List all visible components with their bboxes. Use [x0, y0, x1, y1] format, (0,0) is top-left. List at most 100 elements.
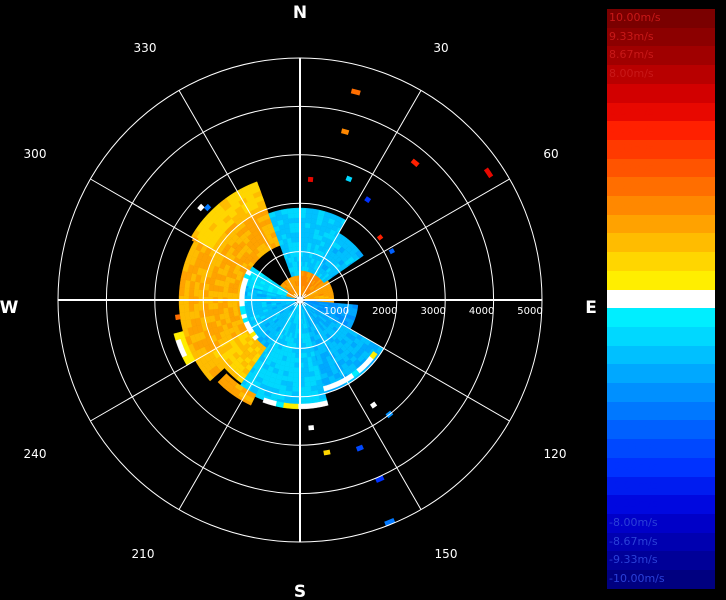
legend-label: 1.33m/s [609, 254, 654, 268]
range-tick-5000: 5000 [517, 306, 542, 317]
legend-label: -6.67m/s [609, 478, 658, 492]
echo-point-3 [483, 167, 494, 179]
echo-gate [303, 371, 310, 378]
echo-point-18 [203, 203, 212, 212]
echo-gate [222, 302, 229, 309]
echo-gate [188, 303, 195, 312]
echo-gate [286, 376, 294, 383]
echo-gate [302, 352, 308, 359]
echo-gate [239, 293, 245, 299]
echo-gate [256, 301, 262, 306]
cardinal-label-n: N [293, 3, 307, 23]
echo-gate [287, 371, 294, 378]
echo-gate [301, 338, 306, 344]
echo-gate [312, 401, 322, 409]
legend-label: 0.67m/s [609, 272, 654, 286]
echo-point-14 [323, 449, 331, 456]
legend-label: -5.33m/s [609, 441, 658, 455]
echo-point-1 [341, 128, 350, 135]
echo-gate [287, 212, 295, 219]
echo-gate [179, 278, 186, 289]
echo-point-17 [197, 203, 205, 212]
echo-gate [289, 227, 296, 234]
range-tick-2000: 2000 [372, 306, 397, 317]
echo-gate [294, 352, 300, 359]
radial-30 [299, 90, 422, 301]
echo-gate [305, 212, 313, 219]
legend-label: 0.00m/s [609, 291, 654, 305]
legend-label: -2.00m/s [609, 347, 658, 361]
azimuth-tick-30: 30 [433, 41, 448, 55]
legend-label: -4.00m/s [609, 403, 658, 417]
echo-gate [311, 208, 320, 216]
echo-gate [303, 367, 310, 373]
echo-point-16 [175, 314, 181, 321]
legend-label: 7.33m/s [609, 85, 654, 99]
echo-gate [212, 302, 219, 310]
echo-gate [239, 305, 246, 311]
legend-label: -6.00m/s [609, 459, 658, 473]
echo-gate [290, 232, 296, 238]
echo-gate [305, 403, 314, 410]
echo-gate [290, 403, 299, 410]
echo-gate [222, 286, 229, 293]
echo-point-4 [345, 175, 353, 183]
echo-gate [291, 241, 297, 248]
legend-label: -9.33m/s [609, 553, 658, 567]
echo-gate [178, 303, 185, 313]
legend-label: 8.67m/s [609, 48, 654, 62]
legend-label: -8.00m/s [609, 515, 658, 529]
echo-gate [193, 288, 200, 297]
echo-point-5 [364, 196, 372, 204]
legend-label: -1.33m/s [609, 328, 658, 342]
echo-gate [304, 381, 311, 388]
echo-gate [178, 287, 185, 297]
range-tick-4000: 4000 [469, 306, 494, 317]
echo-gate [303, 376, 311, 383]
echo-point-6 [376, 234, 384, 241]
echo-gate [293, 367, 300, 373]
legend-label: -7.33m/s [609, 497, 658, 511]
legend-label: 8.00m/s [609, 67, 654, 81]
echo-gate [212, 290, 219, 298]
echo-gate [304, 222, 312, 229]
echo-gate [183, 287, 190, 297]
echo-gate [222, 307, 229, 314]
echo-gate [232, 292, 238, 299]
echo-gate [179, 311, 186, 322]
echo-gate [304, 386, 312, 393]
echo-gate [232, 301, 238, 308]
echo-gate [292, 381, 299, 388]
legend-label: 5.33m/s [609, 141, 654, 155]
echo-gate [261, 301, 267, 305]
legend-label: 4.00m/s [609, 179, 654, 193]
echo-gate [239, 301, 245, 307]
range-tick-3000: 3000 [420, 306, 445, 317]
echo-gate [207, 290, 214, 298]
legend-label: -0.67m/s [609, 310, 658, 324]
echo-gate [306, 356, 313, 363]
echo-gate [207, 302, 214, 310]
legend-label: 9.33m/s [609, 29, 654, 43]
echo-gate [288, 222, 296, 229]
echo-gate [282, 402, 292, 409]
cardinal-label-e: E [585, 298, 597, 318]
echo-gate [193, 303, 200, 312]
echo-gate [288, 217, 295, 224]
echo-point-11 [355, 444, 364, 452]
echo-gate [227, 292, 233, 298]
legend-label: 10.00m/s [609, 11, 661, 24]
echo-gate [301, 333, 305, 339]
echo-gate [292, 376, 299, 383]
echo-gate [304, 227, 311, 234]
echo-gate [188, 288, 195, 297]
echo-gate [246, 295, 253, 300]
legend-label: 3.33m/s [609, 198, 654, 211]
echo-gate [290, 236, 297, 243]
echo-gate [304, 232, 310, 238]
polar-grid [57, 57, 543, 543]
echo-gate [280, 208, 289, 216]
echo-gate [303, 362, 309, 368]
echo-gate [232, 306, 239, 313]
azimuth-tick-330: 330 [134, 41, 157, 55]
